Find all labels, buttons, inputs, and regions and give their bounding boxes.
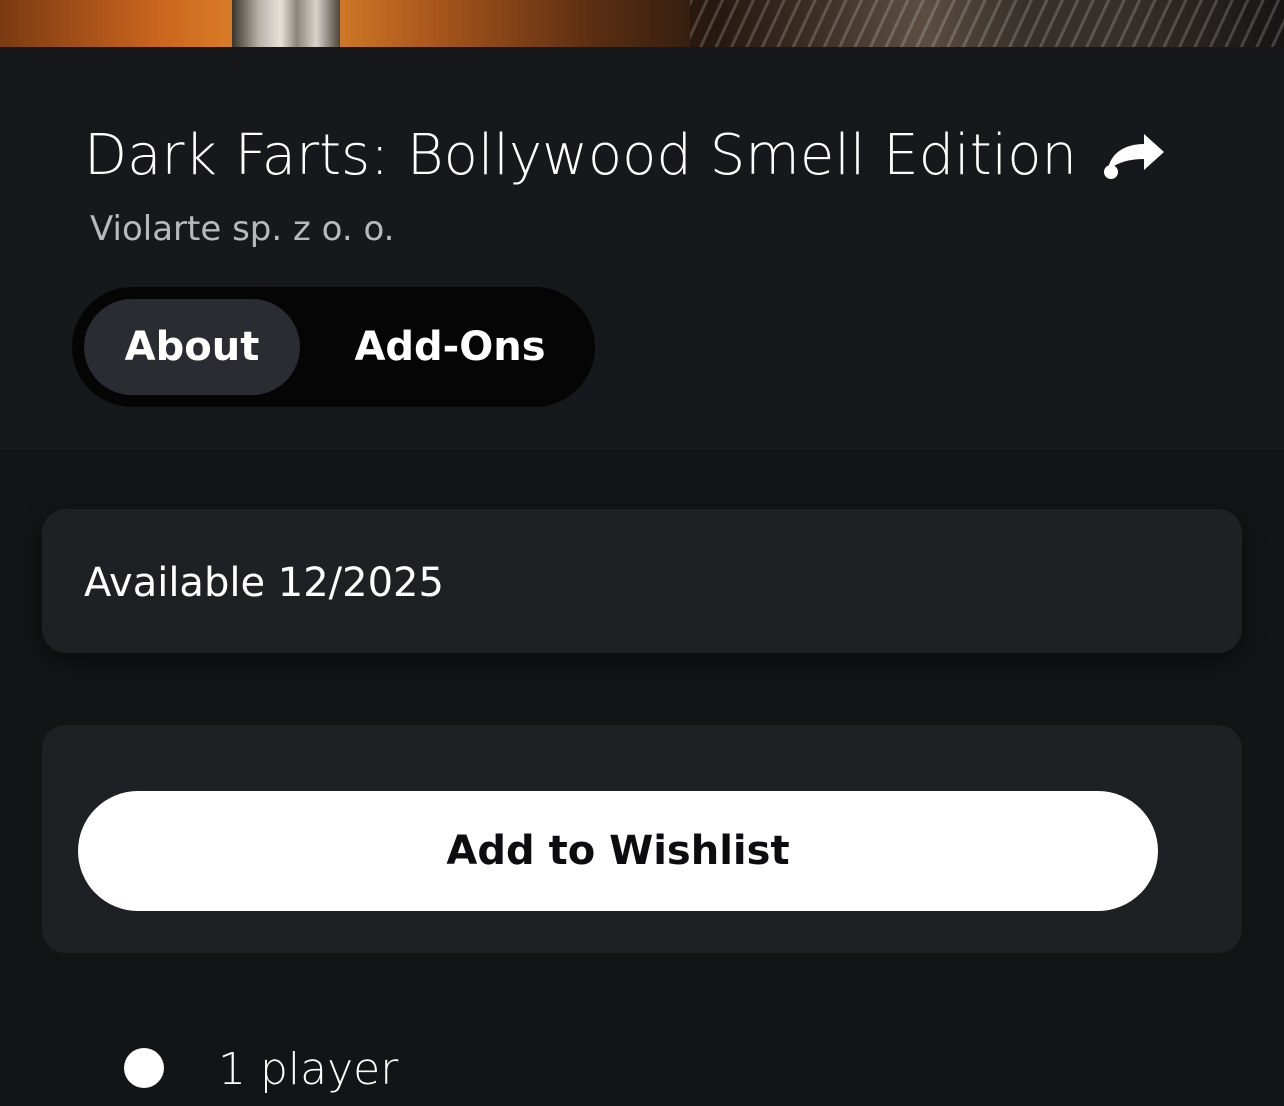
tab-about[interactable]: About xyxy=(84,299,300,395)
availability-card: Available 12/2025 xyxy=(42,509,1242,653)
banner-creature-art xyxy=(690,0,1284,47)
banner-sword-art xyxy=(232,0,340,47)
tab-switch: About Add-Ons xyxy=(72,287,595,407)
feature-label: 1 player xyxy=(218,1044,399,1095)
hero-banner-image xyxy=(0,0,1284,47)
share-arrow-icon xyxy=(1104,134,1164,179)
add-to-wishlist-button[interactable]: Add to Wishlist xyxy=(78,791,1158,911)
purchase-card: Add to Wishlist xyxy=(42,725,1242,953)
player-icon xyxy=(124,1048,164,1088)
feature-item-players: 1 player xyxy=(122,1044,722,1106)
share-button[interactable] xyxy=(1098,128,1170,184)
availability-text: Available 12/2025 xyxy=(84,560,444,606)
tab-add-ons[interactable]: Add-Ons xyxy=(320,299,580,395)
publisher-name: Violarte sp. z o. o. xyxy=(90,209,395,249)
game-title: Dark Farts: Bollywood Smell Edition xyxy=(84,123,1077,188)
